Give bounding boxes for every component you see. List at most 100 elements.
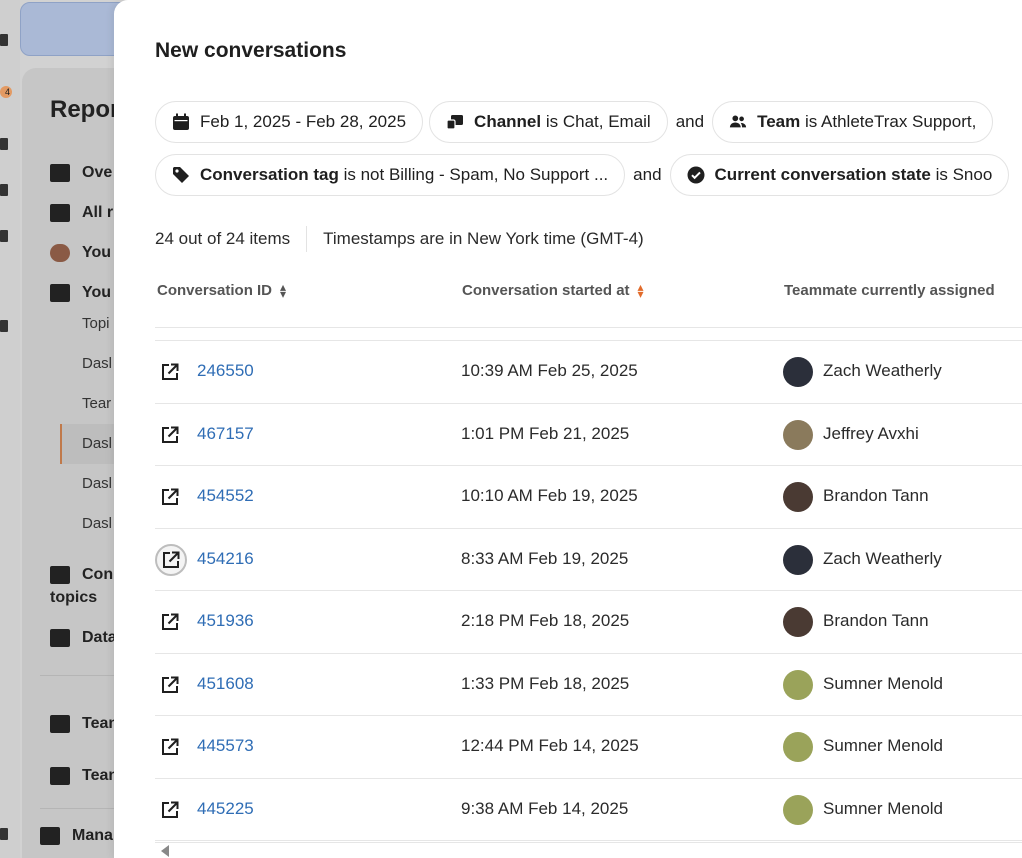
sidebar-subitem[interactable]: Dasl <box>82 435 112 452</box>
date-range-filter[interactable]: Feb 1, 2025 - Feb 28, 2025 <box>155 101 424 143</box>
sidebar-divider <box>40 808 120 809</box>
sidebar-subitem[interactable]: Dasl <box>82 475 112 492</box>
assignee-name: Sumner Menold <box>823 736 944 755</box>
sidebar-subitem[interactable]: Tear <box>82 395 111 412</box>
table-row: 451936 2:18 PM Feb 18, 2025 Brandon Tann <box>155 591 1022 654</box>
sidebar-item-all-reports[interactable]: All r <box>50 204 113 222</box>
open-external-icon[interactable] <box>160 425 180 445</box>
column-header-conversation-id[interactable]: Conversation ID ▴ ▾ <box>157 279 287 301</box>
conversation-id-link[interactable]: 445225 <box>197 799 254 819</box>
channel-filter[interactable]: Channel is Chat, Email <box>429 101 668 143</box>
avatar <box>783 544 813 575</box>
sidebar-manage[interactable]: Mana <box>40 827 113 845</box>
sidebar-item-favorites[interactable]: You <box>50 284 111 302</box>
conversation-id-link[interactable]: 451936 <box>197 611 254 631</box>
avatar <box>783 732 813 762</box>
started-at: 9:38 AM Feb 14, 2025 <box>461 798 629 818</box>
lightbulb-icon <box>50 566 70 584</box>
conversation-tag-filter[interactable]: Conversation tag is not Billing - Spam, … <box>155 154 626 196</box>
sidebar-item-overview[interactable]: Ove <box>50 164 112 182</box>
started-at: 10:10 AM Feb 19, 2025 <box>461 486 638 505</box>
assignee-name: Sumner Menold <box>823 673 944 693</box>
filter-and: and <box>675 112 705 131</box>
sidebar-subitem[interactable]: Dasl <box>82 515 112 532</box>
open-external-icon[interactable] <box>155 543 187 576</box>
started-at: 1:33 PM Feb 18, 2025 <box>461 673 630 693</box>
sidebar-subitem[interactable]: Topi <box>82 315 110 332</box>
open-external-icon[interactable] <box>160 362 180 382</box>
state-key: Current conversation state <box>714 165 931 184</box>
table-row: 246550 10:39 AM Feb 25, 2025 Zach Weathe… <box>155 341 1022 404</box>
channel-key: Channel <box>474 112 542 131</box>
modal-title: New conversations <box>155 39 347 62</box>
started-at: 10:39 AM Feb 25, 2025 <box>461 361 638 380</box>
assignee-name: Zach Weatherly <box>823 361 942 380</box>
avatar <box>783 482 813 512</box>
team-filter[interactable]: Team is AthleteTrax Support, <box>712 101 994 143</box>
assignee-name: Brandon Tann <box>823 611 929 630</box>
sidebar-item-yours[interactable]: You <box>50 244 111 262</box>
table-row: 454216 8:33 AM Feb 19, 2025 Zach Weather… <box>155 529 1022 591</box>
channel-icon <box>446 113 464 131</box>
tag-icon <box>172 166 190 184</box>
item-count: 24 out of 24 items <box>155 229 291 248</box>
calendar-icon <box>172 113 190 131</box>
sidebar-item-topics-label: topics <box>50 589 98 606</box>
sidebar-divider <box>40 675 120 676</box>
conversation-id-link[interactable]: 246550 <box>197 361 254 381</box>
conversation-id-link[interactable]: 454552 <box>197 486 254 506</box>
table-header: Conversation ID ▴ ▾ Conversation started … <box>155 279 1022 306</box>
avatar <box>783 357 813 387</box>
meta-divider <box>306 226 308 252</box>
notification-badge: 4 <box>0 86 12 98</box>
rail-avatar-icon[interactable] <box>0 828 8 840</box>
state-value: is Snoo <box>930 165 993 184</box>
filter-and: and <box>633 165 662 184</box>
open-external-icon[interactable] <box>160 800 180 820</box>
conversation-id-link[interactable]: 445573 <box>197 736 254 756</box>
column-header-started-at[interactable]: Conversation started at ▴ ▾ <box>462 281 644 300</box>
filter-bar: Feb 1, 2025 - Feb 28, 2025 Channel is Ch… <box>155 101 1022 207</box>
team-key: Team <box>757 112 801 131</box>
sidebar-item-data[interactable]: Data <box>50 629 117 647</box>
table-row: 467157 1:01 PM Feb 21, 2025 Jeffrey Avxh… <box>155 404 1022 466</box>
reports-title: Repor <box>50 96 120 123</box>
open-external-icon[interactable] <box>160 612 180 632</box>
horizontal-scrollbar[interactable] <box>155 842 1022 858</box>
rail-icon[interactable] <box>0 184 8 196</box>
header-divider <box>155 327 1022 328</box>
avatar <box>783 669 813 700</box>
conversation-id-link[interactable]: 454216 <box>197 549 254 569</box>
tag-key: Conversation tag <box>200 165 339 184</box>
started-at: 8:33 AM Feb 19, 2025 <box>461 548 629 568</box>
folder-icon <box>50 767 70 785</box>
tag-value: is not Billing - Spam, No Support ... <box>338 165 609 184</box>
open-external-icon[interactable] <box>160 675 180 695</box>
sort-icon: ▴ ▾ <box>280 279 287 301</box>
started-at: 2:18 PM Feb 18, 2025 <box>461 611 630 630</box>
result-meta: 24 out of 24 items Timestamps are in New… <box>155 226 644 252</box>
assignee-name: Zach Weatherly <box>823 548 942 568</box>
team-icon <box>729 113 747 131</box>
table-row: 454552 10:10 AM Feb 19, 2025 Brandon Tan… <box>155 466 1022 529</box>
rail-icon[interactable] <box>0 34 8 46</box>
rail-icon[interactable] <box>0 230 8 242</box>
check-circle-icon <box>687 166 705 184</box>
sidebar-folder[interactable]: Tean <box>50 715 118 733</box>
open-external-icon[interactable] <box>160 487 180 507</box>
sidebar-subitem[interactable]: Dasl <box>82 355 112 372</box>
list-icon <box>40 827 60 845</box>
sidebar-folder[interactable]: Tean <box>50 767 118 785</box>
column-header-teammate-assigned[interactable]: Teammate currently assigned <box>784 282 995 299</box>
sidebar-item-conversation-topics[interactable]: Con <box>50 566 113 584</box>
rail-icon[interactable] <box>0 138 8 150</box>
conversation-id-link[interactable]: 451608 <box>197 674 254 694</box>
conversation-state-filter[interactable]: Current conversation state is Snoo <box>669 154 1010 196</box>
scroll-left-arrow-icon[interactable] <box>161 845 169 857</box>
open-external-icon[interactable] <box>160 737 180 757</box>
cloud-icon <box>50 629 70 647</box>
timezone-note: Timestamps are in New York time (GMT-4) <box>323 229 644 248</box>
rail-icon[interactable] <box>0 320 8 332</box>
new-conversations-modal: New conversations Feb 1, 2025 - Feb 28, … <box>114 0 1022 858</box>
conversation-id-link[interactable]: 467157 <box>197 424 254 444</box>
